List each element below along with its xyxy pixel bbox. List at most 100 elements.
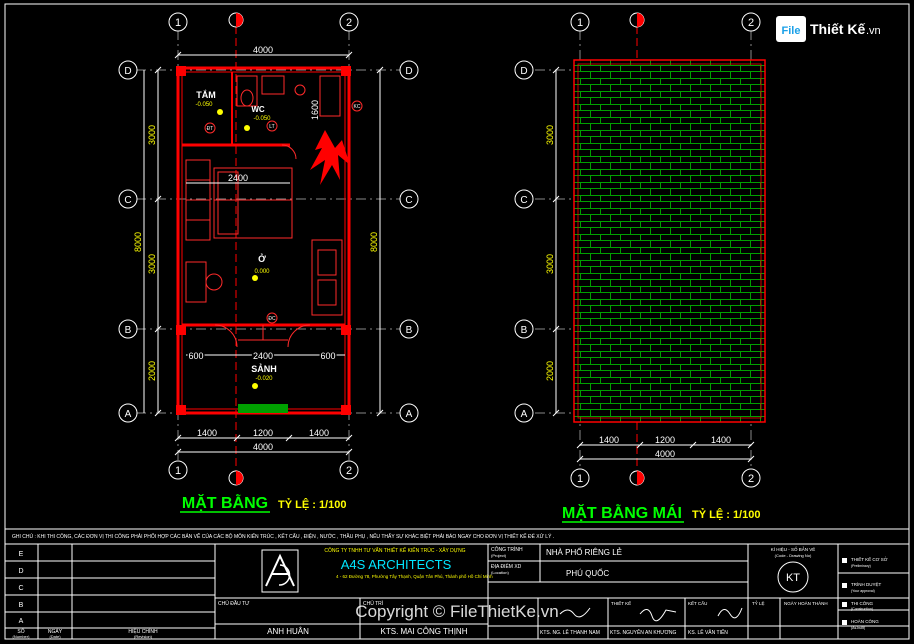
company-logo [261, 549, 299, 593]
revision-row-a: A [19, 618, 24, 625]
svg-text:2: 2 [346, 465, 352, 477]
dimension-left: 3000 3000 2000 8000 [133, 66, 162, 417]
revision-row-b: B [19, 602, 24, 609]
signature-designer [639, 609, 677, 622]
grid-bubble-bottom-2: 2 [339, 460, 359, 480]
svg-text:C: C [124, 195, 131, 206]
general-note: GHI CHÚ : KHI THI CÔNG, CÁC ĐƠN VỊ THI C… [12, 532, 554, 540]
svg-text:B: B [125, 325, 132, 336]
svg-text:600: 600 [320, 351, 335, 361]
phase-preliminary[interactable]: THIẾT KẾ CƠ SỞ (Preliminary) [842, 556, 888, 568]
roof-scale: TỶ LỆ : 1/100 [692, 508, 760, 521]
dimension-right: 8000 [369, 66, 384, 417]
logo-brand-suffix: .vn [866, 25, 881, 37]
section-marker-bottom [228, 470, 244, 486]
phase-preliminary-label: THIẾT KẾ CƠ SỞ [851, 556, 888, 562]
room-label-o: Ở [258, 253, 266, 264]
company-name: A4S ARCHITECTS [341, 557, 452, 572]
revision-header-desc-en: (Revision) [134, 634, 153, 639]
role-label-designer: THIẾT KẾ [611, 600, 631, 606]
logo-brand-left: File [782, 25, 801, 37]
owner-name: ANH HUÂN [267, 627, 309, 636]
company-line: CÔNG TY TNHH TƯ VẤN THIẾT KẾ KIẾN TRÚC -… [324, 547, 465, 554]
svg-text:1: 1 [175, 17, 181, 29]
svg-text:D: D [520, 66, 527, 77]
bed [213, 167, 293, 239]
svg-text:LT: LT [269, 124, 274, 130]
svg-text:D: D [124, 66, 131, 77]
room-label-tam: TẮM [196, 90, 216, 100]
signature-chief [559, 607, 591, 618]
svg-text:B: B [521, 325, 528, 336]
project-name: NHÀ PHỐ RIÊNG LẺ [546, 547, 622, 557]
roof-dimension-left: 3000 3000 2000 [545, 66, 560, 417]
svg-text:1400: 1400 [711, 435, 731, 445]
title-block: GHI CHÚ : KHI THI CÔNG, CÁC ĐƠN VỊ THI C… [5, 528, 909, 639]
location-name: PHÚ QUỐC [566, 568, 609, 578]
drawing-code: KT [786, 572, 800, 584]
svg-text:B: B [406, 325, 413, 336]
svg-text:1200: 1200 [253, 428, 273, 438]
grid-bubble-right-a: A [399, 403, 419, 423]
logo-brand-right: Thiết Kế [810, 21, 865, 37]
svg-text:D: D [405, 66, 412, 77]
svg-text:2400: 2400 [228, 173, 248, 183]
svg-text:ĐT: ĐT [207, 126, 214, 132]
phase-approval[interactable]: TRÌNH DUYỆT (Your approval) [842, 580, 882, 593]
level-o: 0.000 [254, 269, 270, 275]
svg-text:1: 1 [577, 473, 583, 485]
cad-drawing-sheet: File Thiết Kế .vn 1 2 1 2 D C B A D C B … [4, 3, 910, 640]
svg-text:C: C [520, 195, 527, 206]
roof-grid-bubble-top-1: 1 [570, 12, 590, 32]
phase-construction-label: THI CÔNG [851, 600, 873, 606]
svg-text:3000: 3000 [545, 254, 555, 274]
svg-text:A: A [125, 409, 132, 420]
svg-text:1400: 1400 [309, 428, 329, 438]
roof-grid-bubble-c: C [514, 189, 534, 209]
roof-plan: 1 2 1 2 D C B A 3000 3000 2000 1400 1200… [514, 12, 768, 523]
brand-logo: File Thiết Kế .vn [776, 16, 881, 42]
grid-bubble-right-d: D [399, 60, 419, 80]
svg-text:2: 2 [748, 473, 754, 485]
roof-grid-bubble-bottom-1: 1 [570, 468, 590, 488]
revision-header-date-en: (Date) [49, 634, 61, 639]
svg-text:A: A [521, 409, 528, 420]
svg-text:600: 600 [188, 351, 203, 361]
grid-bubble-left-d: D [118, 60, 138, 80]
dimension-top: 4000 [174, 45, 353, 59]
shelf [311, 239, 343, 316]
tag-kc: KC [351, 100, 363, 112]
role-label-completion: NGÀY HOÀN THÀNH [784, 600, 828, 606]
roof-grid-bubble-b: B [514, 319, 534, 339]
svg-text:2: 2 [346, 17, 352, 29]
roof-dimension-bottom: 1400 1200 1400 4000 [576, 435, 755, 463]
svg-text:1400: 1400 [599, 435, 619, 445]
svg-text:2000: 2000 [545, 361, 555, 381]
drawing-code-label-en: (Code - Drawing No) [775, 553, 812, 558]
phase-approval-en: (Your approval) [851, 589, 875, 593]
grid-bubble-left-a: A [118, 403, 138, 423]
role-label-structure: KẾT CẤU [688, 600, 707, 606]
svg-text:C: C [405, 195, 412, 206]
section-marker-top [228, 12, 244, 28]
plant-icon [310, 130, 350, 185]
revision-header-no-en: (Number) [13, 634, 31, 639]
level-wc: -0.050 [253, 116, 271, 122]
svg-text:4000: 4000 [253, 45, 273, 55]
svg-text:2: 2 [748, 17, 754, 29]
roof-section-marker-bottom [629, 470, 645, 486]
phase-asbuilt[interactable]: HOÀN CÔNG (As-built) [842, 618, 879, 630]
revision-row-c: C [18, 585, 23, 592]
roof-grid-bubble-top-2: 2 [741, 12, 761, 32]
phase-construction[interactable]: THI CÔNG (Construction) [842, 600, 873, 611]
equipment-tags: ĐT LT ĐC KC [204, 100, 363, 324]
phase-approval-label: TRÌNH DUYỆT [851, 580, 882, 587]
grid-bubble-left-b: B [118, 319, 138, 339]
location-label-en: (Location) [491, 570, 509, 575]
drawing-code-label: KÍ HIỆU - SỐ BẢN VẼ [771, 545, 816, 552]
svg-text:8000: 8000 [369, 232, 379, 252]
svg-text:3000: 3000 [147, 125, 157, 145]
svg-text:1: 1 [577, 17, 583, 29]
svg-text:1: 1 [175, 465, 181, 477]
designer-1: KTS. NG. LÊ THANH NAM [540, 628, 600, 636]
